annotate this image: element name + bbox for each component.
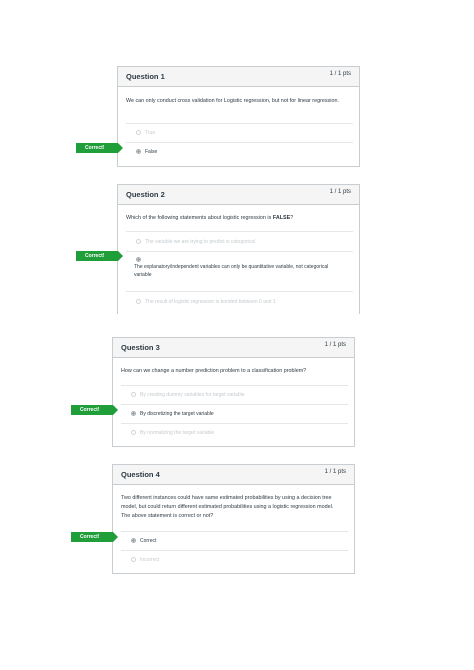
question-card-3: Question 3 1 / 1 pts How can we change a… [112,337,355,447]
answer-label: True [145,130,156,136]
radio-button[interactable] [136,130,141,135]
question-title: Question 1 [126,72,165,81]
radio-button[interactable] [136,299,141,304]
answer-option[interactable]: By creating dummy variables for target v… [121,385,348,404]
correct-badge: Correct! [76,251,123,261]
radio-button-selected[interactable] [131,538,136,543]
question-text: Two different instances could have same … [121,495,334,519]
question-text: We can only conduct cross validation for… [126,98,339,104]
answer-label: False [145,149,158,155]
answer-label: By creating dummy variables for target v… [140,392,245,398]
radio-button[interactable] [131,557,136,562]
question-text-prefix: Which of the following statements about … [126,215,273,221]
answer-option[interactable]: Incorrect [121,550,348,569]
radio-button[interactable] [131,392,136,397]
question-header: Question 4 1 / 1 pts [113,465,354,485]
answer-option[interactable]: The result of logistic regression is bon… [126,291,353,311]
question-header: Question 3 1 / 1 pts [113,338,354,358]
question-header: Question 2 1 / 1 pts [118,185,359,205]
radio-button[interactable] [131,430,136,435]
answer-option[interactable]: True [126,123,353,142]
question-text: How can we change a number prediction pr… [121,368,307,374]
answer-option-selected[interactable]: The explanatory/independent variables ca… [126,251,353,291]
answer-option[interactable]: By normalizing the target variable [121,423,348,442]
question-points: 1 / 1 pts [329,189,351,195]
question-points: 1 / 1 pts [329,71,351,77]
question-title: Question 3 [121,343,160,352]
correct-badge: Correct! [71,532,118,542]
radio-button-selected[interactable] [136,257,141,262]
answer-label: Incorrect [140,557,160,563]
question-title: Question 2 [126,190,165,199]
answer-option-selected[interactable]: False [126,142,353,161]
question-text: Which of the following statements about … [126,214,345,223]
answer-label: Correct [140,538,157,544]
question-header: Question 1 1 / 1 pts [118,67,359,87]
question-text-suffix: ? [290,215,294,221]
answer-option-selected[interactable]: By discretizing the target variable [121,404,348,423]
correct-badge: Correct! [71,405,118,415]
question-points: 1 / 1 pts [324,342,346,348]
answer-label: The explanatory/independent variables ca… [134,264,329,278]
correct-badge: Correct! [76,143,123,153]
answer-option[interactable]: The variable we are trying to predict is… [126,231,353,251]
question-title: Question 4 [121,470,160,479]
answer-option-selected[interactable]: Correct [121,531,348,550]
question-card-2: Question 2 1 / 1 pts Which of the follow… [117,184,360,314]
question-card-4: Question 4 1 / 1 pts Two different insta… [112,464,355,574]
radio-button-selected[interactable] [136,149,141,154]
answer-label: By normalizing the target variable [140,430,215,436]
answer-label: The result of logistic regression is bon… [145,299,276,305]
question-text-emphasis: FALSE [272,215,291,221]
question-points: 1 / 1 pts [324,469,346,475]
radio-button[interactable] [136,239,141,244]
radio-button-selected[interactable] [131,411,136,416]
answer-label: The variable we are trying to predict is… [145,239,256,245]
question-card-1: Question 1 1 / 1 pts We can only conduct… [117,66,360,167]
answer-label: By discretizing the target variable [140,411,214,417]
